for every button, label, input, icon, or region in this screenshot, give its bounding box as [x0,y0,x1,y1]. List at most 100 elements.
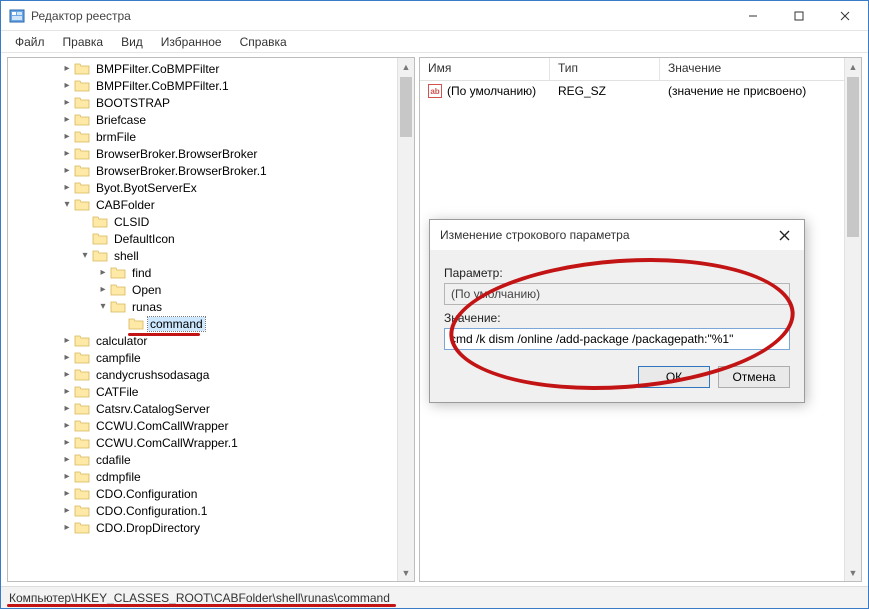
tree-item[interactable]: ▸brmFile [8,128,414,145]
scroll-thumb[interactable] [847,77,859,237]
tree-item[interactable]: ▸CCWU.ComCallWrapper.1 [8,434,414,451]
dialog-close-button[interactable] [764,220,804,250]
app-icon [9,8,25,24]
tree-label: runas [130,300,164,314]
tree-item[interactable]: ▸ find [8,264,414,281]
expander-icon[interactable]: ▾ [78,250,92,261]
scroll-up-icon[interactable]: ▲ [845,58,861,75]
expander-icon[interactable]: ▸ [60,437,74,448]
expander-icon[interactable]: · [78,216,92,227]
tree-item[interactable]: ▸campfile [8,349,414,366]
tree-item[interactable]: ▸candycrushsodasaga [8,366,414,383]
tree-item[interactable]: ▸Byot.ByotServerEx [8,179,414,196]
tree-item[interactable]: ▸BMPFilter.CoBMPFilter.1 [8,77,414,94]
tree-label: CABFolder [94,198,157,212]
tree-item[interactable]: ·CLSID [8,213,414,230]
folder-icon [74,164,90,178]
menu-edit[interactable]: Правка [55,33,112,51]
menu-help[interactable]: Справка [232,33,295,51]
tree-item[interactable]: ▸Briefcase [8,111,414,128]
expander-icon[interactable]: ▸ [60,182,74,193]
menu-file[interactable]: Файл [7,33,53,51]
folder-icon [92,215,108,229]
window-title: Редактор реестра [31,9,730,23]
tree-item[interactable]: ▸ Open [8,281,414,298]
expander-icon[interactable]: ▸ [60,369,74,380]
tree-item[interactable]: · DefaultIcon [8,230,414,247]
tree-item[interactable]: ▸ BMPFilter.CoBMPFilter [8,60,414,77]
expander-icon[interactable]: ▸ [60,131,74,142]
tree-item[interactable]: ▸BrowserBroker.BrowserBroker.1 [8,162,414,179]
expander-icon[interactable]: ▸ [60,505,74,516]
column-type[interactable]: Тип [550,58,660,80]
tree-view[interactable]: ▸ BMPFilter.CoBMPFilter▸BMPFilter.CoBMPFi… [8,58,414,581]
tree-item[interactable]: ▸cdafile [8,451,414,468]
tree-item[interactable]: ▸CDO.DropDirectory [8,519,414,536]
values-scrollbar[interactable]: ▲ ▼ [844,58,861,581]
expander-icon[interactable]: ▸ [60,420,74,431]
close-button[interactable] [822,1,868,31]
menu-view[interactable]: Вид [113,33,151,51]
maximize-button[interactable] [776,1,822,31]
list-row-default[interactable]: ab (По умолчанию) REG_SZ (значение не пр… [420,81,861,101]
expander-icon[interactable]: ▸ [60,522,74,533]
tree-item[interactable]: ▸CDO.Configuration.1 [8,502,414,519]
tree-item[interactable]: ▸CCWU.ComCallWrapper [8,417,414,434]
folder-icon [74,470,90,484]
scroll-down-icon[interactable]: ▼ [398,564,414,581]
folder-icon [74,79,90,93]
dialog-title: Изменение строкового параметра [440,228,630,242]
scroll-thumb[interactable] [400,77,412,137]
expander-icon[interactable]: ▸ [60,403,74,414]
tree-label: BrowserBroker.BrowserBroker [94,147,259,161]
tree-item[interactable]: ▸ BrowserBroker.BrowserBroker [8,145,414,162]
tree-item[interactable]: ▸calculator [8,332,414,349]
tree-item[interactable]: ▸Catsrv.CatalogServer [8,400,414,417]
expander-icon[interactable]: ▸ [60,80,74,91]
tree-item[interactable]: ▾ CABFolder [8,196,414,213]
folder-icon [74,181,90,195]
expander-icon[interactable]: ▸ [96,284,110,295]
expander-icon[interactable]: ▸ [60,335,74,346]
minimize-button[interactable] [730,1,776,31]
expander-icon[interactable]: ▸ [60,386,74,397]
expander-icon[interactable]: ▸ [60,454,74,465]
expander-icon[interactable]: · [78,233,92,244]
expander-icon[interactable]: ▾ [96,301,110,312]
expander-icon[interactable]: · [114,318,128,329]
expander-icon[interactable]: ▸ [60,352,74,363]
ok-button[interactable]: ОК [638,366,710,388]
tree-item[interactable]: ▾ runas [8,298,414,315]
tree-item[interactable]: ▾shell [8,247,414,264]
tree-label: DefaultIcon [112,232,177,246]
scroll-up-icon[interactable]: ▲ [398,58,414,75]
cancel-button[interactable]: Отмена [718,366,790,388]
menu-favorites[interactable]: Избранное [153,33,230,51]
folder-icon [74,130,90,144]
tree-item[interactable]: ▸cdmpfile [8,468,414,485]
expander-icon[interactable]: ▸ [96,267,110,278]
list-header: Имя Тип Значение [420,58,861,81]
expander-icon[interactable]: ▸ [60,165,74,176]
tree-label: find [130,266,153,280]
tree-label: Open [130,283,163,297]
value-input[interactable] [444,328,790,350]
tree-item[interactable]: ▸BOOTSTRAP [8,94,414,111]
tree-item[interactable]: ·command [8,315,414,332]
expander-icon[interactable]: ▸ [60,488,74,499]
tree-item[interactable]: ▸CDO.Configuration [8,485,414,502]
expander-icon[interactable]: ▸ [60,97,74,108]
regedit-window: Редактор реестра Файл Правка Вид Избранн… [0,0,869,609]
tree-label: BMPFilter.CoBMPFilter [94,62,221,76]
expander-icon[interactable]: ▸ [60,148,74,159]
expander-icon[interactable]: ▸ [60,471,74,482]
tree-scrollbar[interactable]: ▲ ▼ [397,58,414,581]
expander-icon[interactable]: ▾ [60,199,74,210]
tree-item[interactable]: ▸CATFile [8,383,414,400]
column-name[interactable]: Имя [420,58,550,80]
expander-icon[interactable]: ▸ [60,114,74,125]
scroll-down-icon[interactable]: ▼ [845,564,861,581]
column-data[interactable]: Значение [660,58,861,80]
expander-icon[interactable]: ▸ [60,63,74,74]
folder-icon [74,487,90,501]
